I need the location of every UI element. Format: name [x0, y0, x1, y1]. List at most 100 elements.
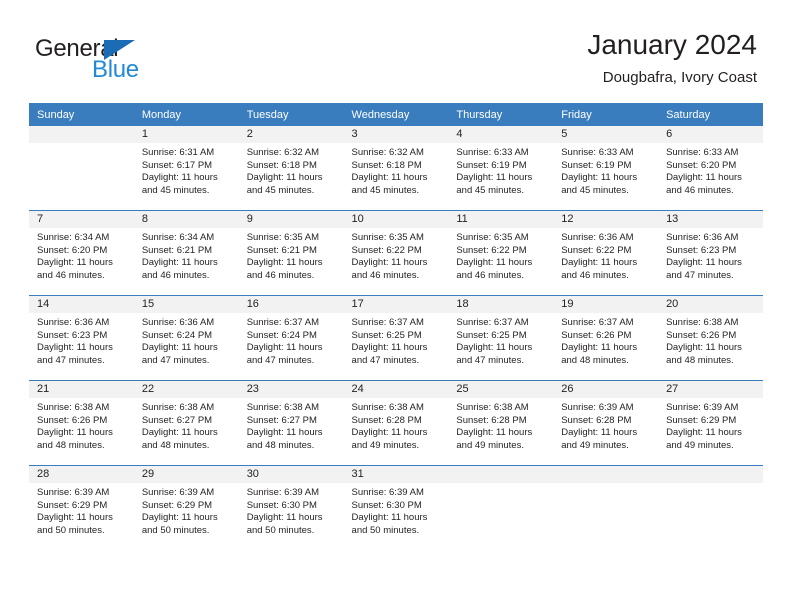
calendar-day-cell[interactable]: 1 Sunrise: 6:31 AM Sunset: 6:17 PM Daylight…	[133, 126, 239, 211]
calendar-day-cell[interactable]: 15 Sunrise: 6:36 AM Sunset: 6:24 PM Dayligh…	[133, 295, 239, 381]
calendar-day-cell[interactable]: 24 Sunrise: 6:38 AM Sunset: 6:28 PM Dayligh…	[343, 380, 449, 466]
detail-sunrise: Sunrise: 6:36 AM	[37, 317, 110, 328]
calendar-day-cell[interactable]: 5 Sunrise: 6:33 AM Sunset: 6:19 PM Daylight…	[553, 126, 659, 211]
calendar-day-cell[interactable]: 11 Sunrise: 6:35 AM Sunset: 6:22 PM Dayligh…	[448, 210, 554, 296]
detail-sunrise: Sunrise: 6:37 AM	[456, 317, 529, 328]
day-cell-inner: 29 Sunrise: 6:39 AM Sunset: 6:29 PM Dayligh…	[133, 466, 239, 550]
calendar-day-cell[interactable]: 23 Sunrise: 6:38 AM Sunset: 6:27 PM Dayligh…	[238, 380, 344, 466]
detail-sunset: Sunset: 6:21 PM	[141, 244, 213, 256]
calendar-day-cell[interactable]: 22 Sunrise: 6:38 AM Sunset: 6:27 PM Dayligh…	[133, 380, 239, 466]
day-details: Sunrise: 6:38 AM Sunset: 6:26 PM Daylight:…	[658, 313, 763, 367]
detail-sunset: Sunset: 6:24 PM	[141, 329, 213, 341]
detail-sunset: Sunset: 6:23 PM	[37, 329, 108, 341]
detail-daylight-line1: Daylight: 11 hours	[246, 342, 323, 353]
detail-daylight-line1: Daylight: 11 hours	[37, 257, 113, 268]
calendar-day-cell[interactable]: 19 Sunrise: 6:37 AM Sunset: 6:26 PM Dayligh…	[553, 295, 659, 381]
logo-text-blue: Blue	[92, 56, 139, 83]
detail-daylight-line1: Daylight: 11 hours	[666, 427, 742, 438]
calendar-day-cell[interactable]: 18 Sunrise: 6:37 AM Sunset: 6:25 PM Dayligh…	[448, 295, 554, 381]
day-cell-inner: 10 Sunrise: 6:35 AM Sunset: 6:22 PM Dayligh…	[343, 211, 449, 295]
detail-sunrise: Sunrise: 6:35 AM	[456, 232, 529, 243]
day-details: Sunrise: 6:39 AM Sunset: 6:29 PM Daylight:…	[134, 483, 239, 537]
weekday-header-tuesday: Tuesday	[238, 103, 344, 126]
day-number: 14	[29, 296, 134, 313]
day-details: Sunrise: 6:35 AM Sunset: 6:22 PM Daylight:…	[448, 228, 553, 282]
detail-sunset: Sunset: 6:21 PM	[246, 244, 317, 256]
calendar-day-cell[interactable]: 29 Sunrise: 6:39 AM Sunset: 6:29 PM Dayligh…	[133, 465, 239, 550]
day-number	[658, 466, 763, 483]
detail-sunrise: Sunrise: 6:31 AM	[141, 147, 215, 158]
calendar-day-cell[interactable]: 25 Sunrise: 6:38 AM Sunset: 6:28 PM Dayligh…	[448, 380, 554, 466]
detail-sunset: Sunset: 6:19 PM	[456, 159, 527, 171]
day-number	[448, 466, 554, 483]
detail-daylight-line1: Daylight: 11 hours	[351, 427, 428, 438]
day-cell-inner: 25 Sunrise: 6:38 AM Sunset: 6:28 PM Dayligh…	[448, 381, 554, 465]
detail-sunset: Sunset: 6:27 PM	[246, 414, 317, 426]
calendar-day-cell[interactable]: 12 Sunrise: 6:36 AM Sunset: 6:22 PM Dayligh…	[553, 210, 659, 296]
calendar-day-cell[interactable]: 31 Sunrise: 6:39 AM Sunset: 6:30 PM Dayligh…	[343, 465, 449, 550]
detail-sunrise: Sunrise: 6:34 AM	[141, 232, 215, 243]
day-number: 18	[448, 296, 554, 313]
detail-sunrise: Sunrise: 6:38 AM	[351, 402, 424, 413]
detail-daylight-line1: Daylight: 11 hours	[37, 512, 113, 523]
calendar-day-cell[interactable]: 30 Sunrise: 6:39 AM Sunset: 6:30 PM Dayligh…	[238, 465, 344, 550]
day-cell-inner: 20 Sunrise: 6:38 AM Sunset: 6:26 PM Dayligh…	[658, 296, 763, 380]
day-cell-inner: 19 Sunrise: 6:37 AM Sunset: 6:26 PM Dayligh…	[553, 296, 659, 380]
calendar-week-row: 14 Sunrise: 6:36 AM Sunset: 6:23 PM Dayligh…	[29, 295, 763, 381]
calendar-day-cell[interactable]: 4 Sunrise: 6:33 AM Sunset: 6:19 PM Daylight…	[448, 126, 554, 211]
calendar-day-cell-empty	[448, 465, 554, 550]
calendar-day-cell[interactable]: 26 Sunrise: 6:39 AM Sunset: 6:28 PM Dayligh…	[553, 380, 659, 466]
detail-sunrise: Sunrise: 6:39 AM	[37, 487, 110, 498]
day-details: Sunrise: 6:33 AM Sunset: 6:20 PM Daylight:…	[658, 143, 763, 197]
day-details: Sunrise: 6:37 AM Sunset: 6:24 PM Daylight:…	[239, 313, 344, 367]
detail-sunrise: Sunrise: 6:39 AM	[351, 487, 424, 498]
day-number: 25	[448, 381, 554, 398]
calendar-day-cell[interactable]: 20 Sunrise: 6:38 AM Sunset: 6:26 PM Dayligh…	[658, 295, 763, 381]
calendar-day-cell[interactable]: 17 Sunrise: 6:37 AM Sunset: 6:25 PM Dayligh…	[343, 295, 449, 381]
day-cell-inner: 18 Sunrise: 6:37 AM Sunset: 6:25 PM Dayligh…	[448, 296, 554, 380]
detail-sunrise: Sunrise: 6:33 AM	[561, 147, 634, 158]
detail-daylight-line1: Daylight: 11 hours	[351, 342, 428, 353]
day-number: 28	[29, 466, 134, 483]
calendar-day-cell[interactable]: 6 Sunrise: 6:33 AM Sunset: 6:20 PM Daylight…	[658, 126, 763, 211]
detail-daylight-line1: Daylight: 11 hours	[37, 427, 113, 438]
weekday-header-friday: Friday	[553, 103, 659, 126]
day-number	[553, 466, 659, 483]
calendar-week-row: 7 Sunrise: 6:34 AM Sunset: 6:20 PM Daylight…	[29, 210, 763, 296]
calendar-day-cell[interactable]: 3 Sunrise: 6:32 AM Sunset: 6:18 PM Daylight…	[343, 126, 449, 211]
detail-sunset: Sunset: 6:28 PM	[561, 414, 632, 426]
calendar-day-cell[interactable]: 2 Sunrise: 6:32 AM Sunset: 6:18 PM Daylight…	[238, 126, 344, 211]
detail-sunrise: Sunrise: 6:38 AM	[666, 317, 739, 328]
calendar-day-cell[interactable]: 9 Sunrise: 6:35 AM Sunset: 6:21 PM Daylight…	[238, 210, 344, 296]
calendar-day-cell[interactable]: 8 Sunrise: 6:34 AM Sunset: 6:21 PM Daylight…	[133, 210, 239, 296]
detail-daylight-line1: Daylight: 11 hours	[246, 427, 323, 438]
detail-sunset: Sunset: 6:18 PM	[351, 159, 422, 171]
day-details	[448, 483, 553, 487]
calendar-day-cell[interactable]: 27 Sunrise: 6:39 AM Sunset: 6:29 PM Dayligh…	[658, 380, 763, 466]
calendar-day-cell[interactable]: 13 Sunrise: 6:36 AM Sunset: 6:23 PM Dayligh…	[658, 210, 763, 296]
detail-sunrise: Sunrise: 6:39 AM	[561, 402, 634, 413]
calendar-day-cell[interactable]: 16 Sunrise: 6:37 AM Sunset: 6:24 PM Dayligh…	[238, 295, 344, 381]
calendar-body: 1 Sunrise: 6:31 AM Sunset: 6:17 PM Daylight…	[29, 126, 763, 550]
calendar-day-cell[interactable]: 10 Sunrise: 6:35 AM Sunset: 6:22 PM Dayligh…	[343, 210, 449, 296]
day-number: 19	[553, 296, 659, 313]
day-cell-inner	[29, 126, 134, 210]
detail-daylight-line2: and 45 minutes.	[561, 184, 629, 196]
calendar-week-row: 28 Sunrise: 6:39 AM Sunset: 6:29 PM Dayligh…	[29, 465, 763, 550]
detail-sunset: Sunset: 6:24 PM	[246, 329, 317, 341]
detail-daylight-line1: Daylight: 11 hours	[246, 257, 323, 268]
detail-sunset: Sunset: 6:22 PM	[561, 244, 632, 256]
detail-daylight-line2: and 46 minutes.	[456, 269, 524, 281]
calendar-day-cell-empty	[29, 126, 134, 211]
calendar-day-cell[interactable]: 7 Sunrise: 6:34 AM Sunset: 6:20 PM Daylight…	[29, 210, 134, 296]
day-cell-inner: 31 Sunrise: 6:39 AM Sunset: 6:30 PM Dayligh…	[343, 466, 449, 550]
calendar-week-row: 1 Sunrise: 6:31 AM Sunset: 6:17 PM Daylight…	[29, 126, 763, 211]
detail-sunrise: Sunrise: 6:34 AM	[37, 232, 110, 243]
calendar-day-cell[interactable]: 14 Sunrise: 6:36 AM Sunset: 6:23 PM Dayligh…	[29, 295, 134, 381]
detail-sunrise: Sunrise: 6:32 AM	[246, 147, 320, 158]
detail-daylight-line1: Daylight: 11 hours	[561, 342, 638, 353]
detail-sunset: Sunset: 6:29 PM	[666, 414, 737, 426]
calendar-day-cell[interactable]: 28 Sunrise: 6:39 AM Sunset: 6:29 PM Dayligh…	[29, 465, 134, 550]
day-cell-inner: 30 Sunrise: 6:39 AM Sunset: 6:30 PM Dayligh…	[238, 466, 344, 550]
calendar-day-cell[interactable]: 21 Sunrise: 6:38 AM Sunset: 6:26 PM Dayligh…	[29, 380, 134, 466]
